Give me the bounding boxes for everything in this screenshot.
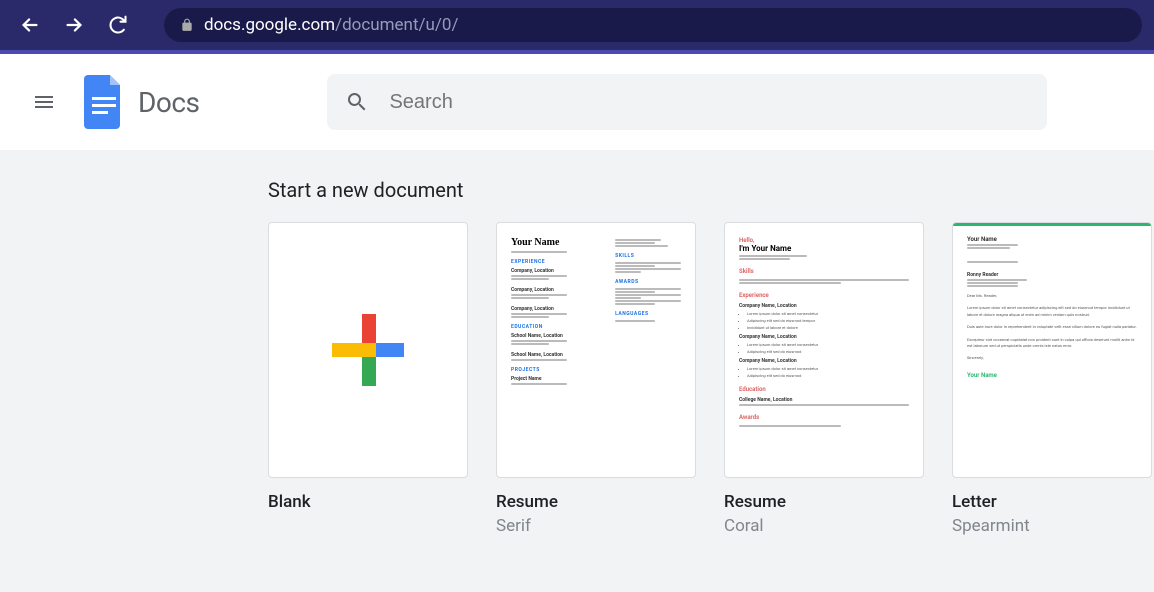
forward-button[interactable] <box>56 7 92 43</box>
template-subtitle: Spearmint <box>952 516 1152 536</box>
main-menu-button[interactable] <box>20 78 68 126</box>
search-bar[interactable] <box>327 74 1047 130</box>
template-resume-serif[interactable]: Your Name Experience Company, Location C… <box>496 222 696 536</box>
template-thumb-spearmint: Your Name Ronny Reader Dear Ms. Reader, … <box>952 222 1152 478</box>
url-domain: docs.google.com <box>204 15 335 35</box>
template-title: Letter <box>952 492 1152 512</box>
template-thumb-coral: Hello, I'm Your Name Skills Experience C… <box>724 222 924 478</box>
template-title: Blank <box>268 492 468 512</box>
reload-button[interactable] <box>100 7 136 43</box>
template-blank[interactable]: Blank <box>268 222 468 536</box>
back-button[interactable] <box>12 7 48 43</box>
template-subtitle: Serif <box>496 516 696 536</box>
app-header: Docs <box>0 54 1154 150</box>
template-resume-coral[interactable]: Hello, I'm Your Name Skills Experience C… <box>724 222 924 536</box>
app-title: Docs <box>138 86 199 119</box>
template-thumb-serif: Your Name Experience Company, Location C… <box>496 222 696 478</box>
reload-icon <box>108 15 128 35</box>
url-bar[interactable]: docs.google.com/document/u/0/ <box>164 8 1142 42</box>
template-letter-spearmint[interactable]: Your Name Ronny Reader Dear Ms. Reader, … <box>952 222 1152 536</box>
arrow-left-icon <box>19 14 41 36</box>
browser-nav-bar: docs.google.com/document/u/0/ <box>0 0 1154 50</box>
section-title: Start a new document <box>268 178 1154 202</box>
lock-icon <box>180 18 194 32</box>
template-subtitle: Coral <box>724 516 924 536</box>
docs-logo-icon[interactable] <box>84 75 124 129</box>
plus-icon <box>332 314 404 386</box>
main-area: Start a new document Blank <box>0 150 1154 592</box>
search-icon <box>345 90 369 114</box>
search-input[interactable] <box>389 91 1029 114</box>
template-thumb-blank <box>268 222 468 478</box>
template-gallery: Blank Your Name Experience Company, Loca… <box>268 222 1154 536</box>
hamburger-icon <box>32 90 56 114</box>
arrow-right-icon <box>63 14 85 36</box>
template-title: Resume <box>724 492 924 512</box>
template-title: Resume <box>496 492 696 512</box>
url-path: /document/u/0/ <box>335 15 458 35</box>
